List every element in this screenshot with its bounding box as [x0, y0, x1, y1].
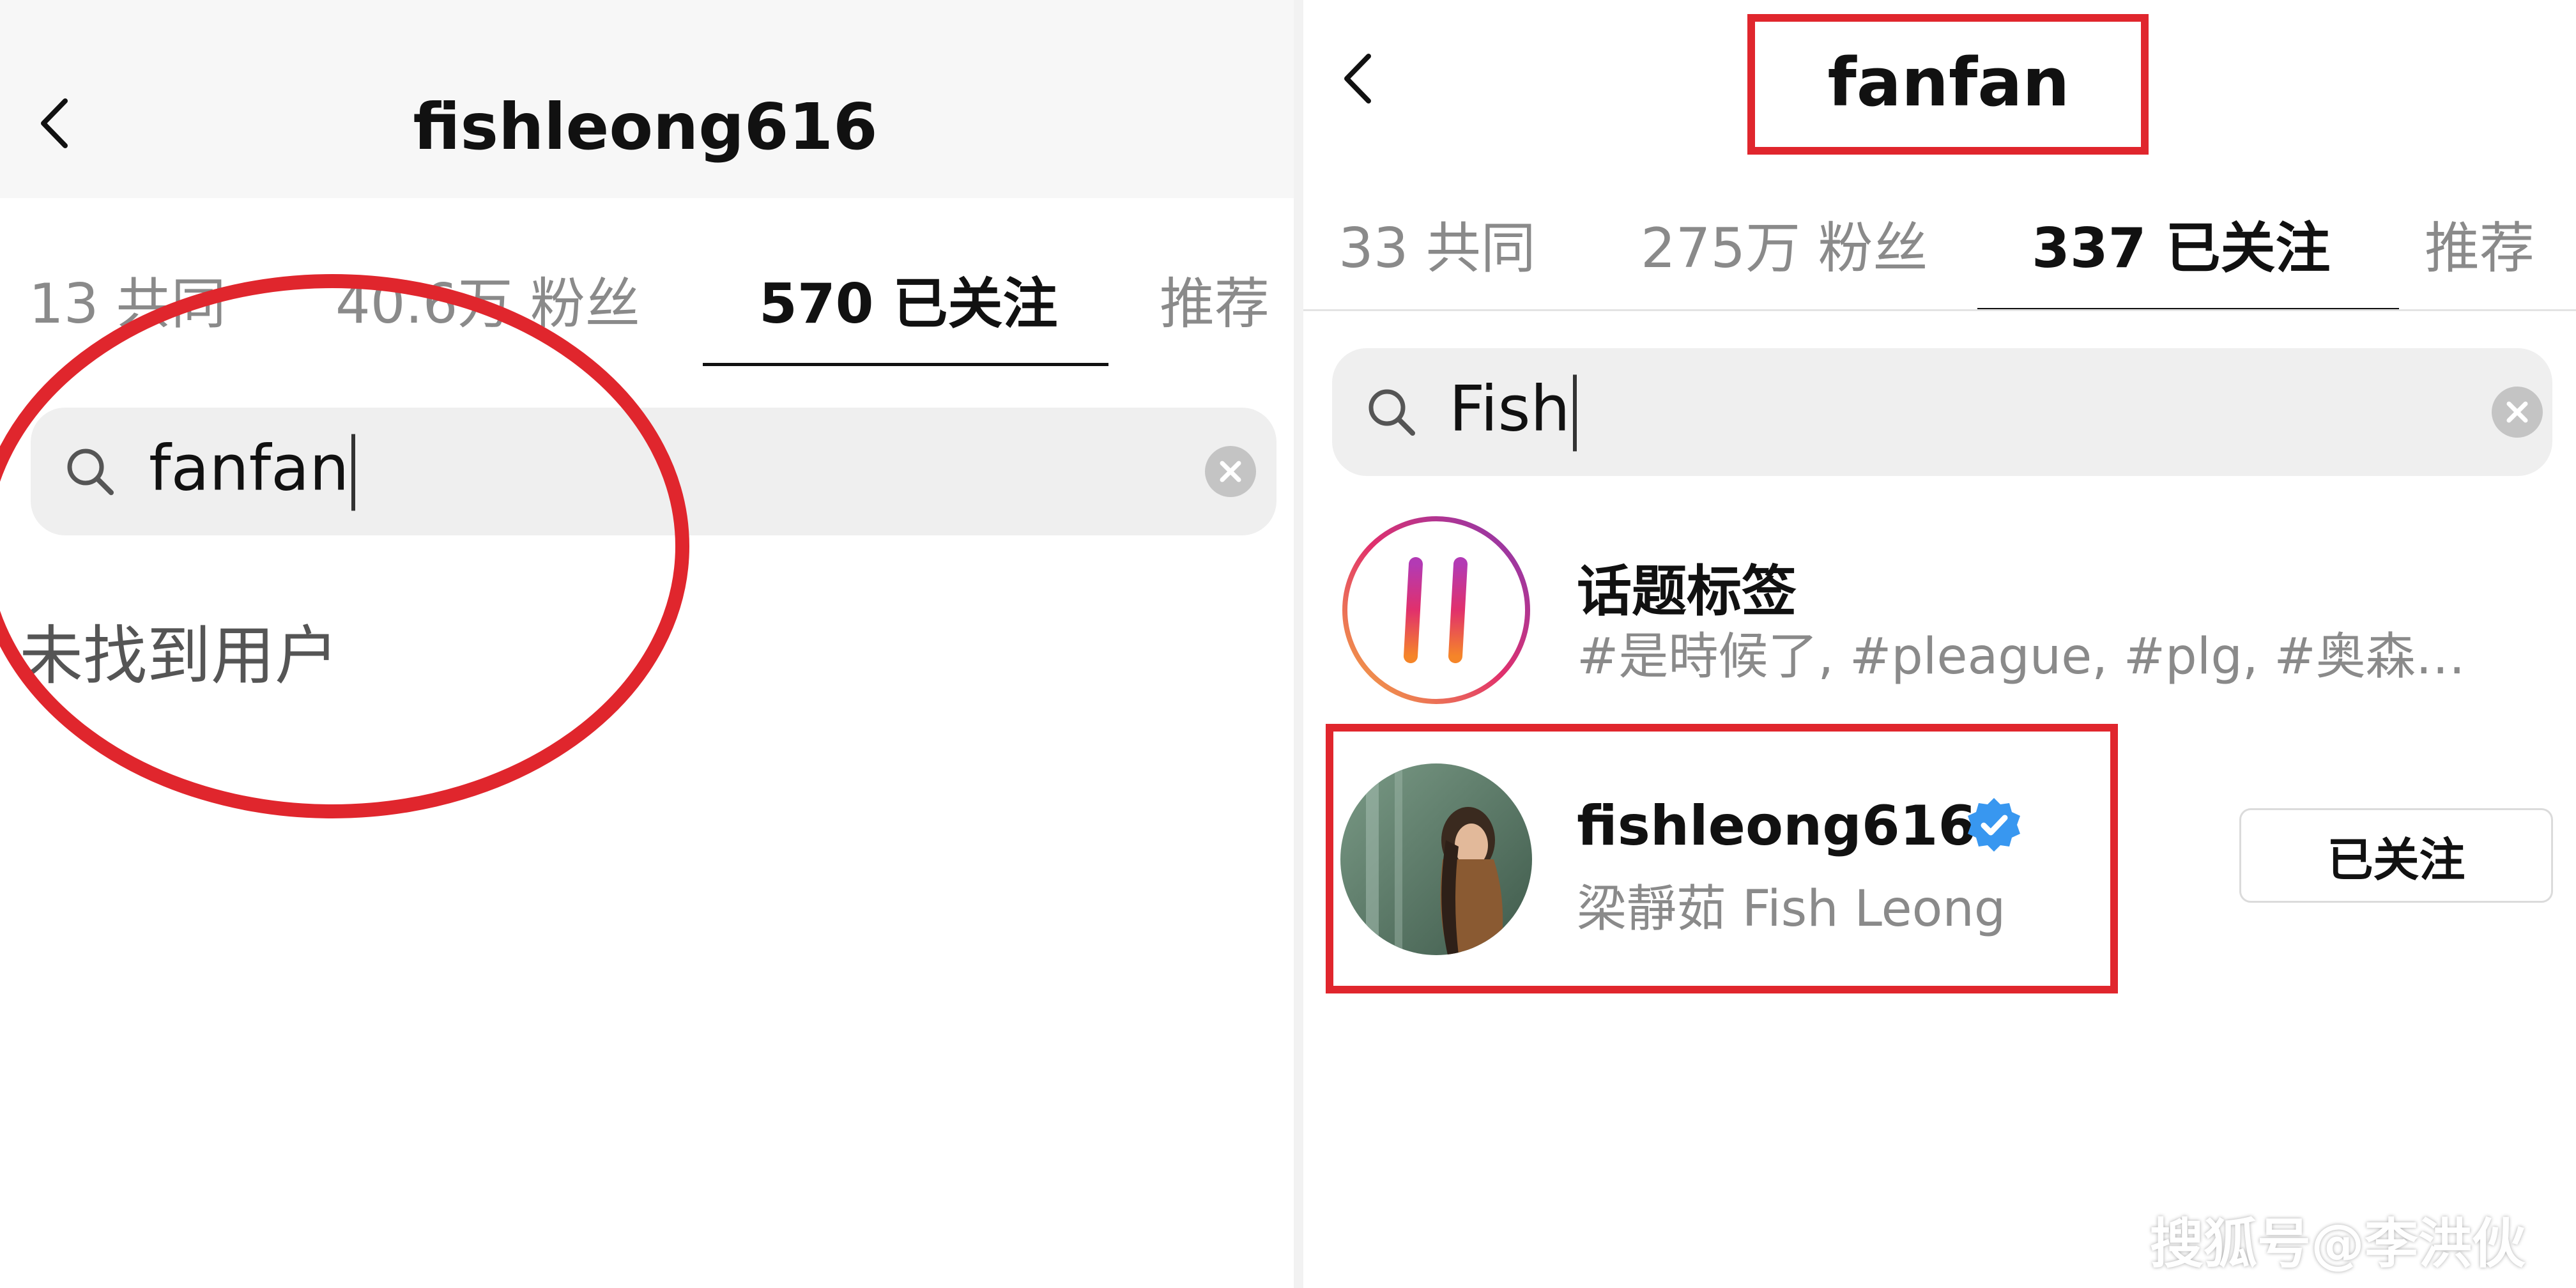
watermark: 搜狐号@李洪伙	[2150, 1213, 2526, 1275]
tab-mutual[interactable]: 33 共同	[1338, 203, 1536, 283]
following-button[interactable]: 已关注	[2239, 808, 2553, 903]
tabs-divider	[1303, 309, 2576, 311]
left-screen: fishleong616 13 共同 40.6万 粉丝 570 已关注 推荐 f…	[0, 0, 1294, 1288]
red-circle-annotation	[0, 274, 689, 818]
tab-following[interactable]: 337 已关注	[2032, 203, 2330, 283]
screen-divider	[1294, 0, 1303, 1288]
tab-suggested[interactable]: 推荐	[1160, 259, 1269, 339]
search-icon	[1363, 383, 1420, 441]
chevron-left-icon[interactable]	[26, 95, 83, 152]
clear-circle-icon[interactable]	[1205, 446, 1256, 497]
user-highlight-box	[1326, 724, 2118, 993]
hashtag-result-title: 话题标签	[1577, 560, 1797, 624]
text-cursor	[1572, 374, 1577, 452]
chevron-left-icon[interactable]	[1329, 50, 1386, 107]
tab-followers[interactable]: 275万 粉丝	[1641, 203, 1928, 283]
search-input[interactable]: Fish	[1449, 372, 1577, 452]
clear-circle-icon[interactable]	[2492, 387, 2543, 438]
hashtag-icon	[1340, 514, 1532, 706]
tab-suggested[interactable]: 推荐	[2425, 203, 2534, 283]
hashtag-result-subtitle: #是時候了, #pleague, #plg, #奥森…	[1577, 628, 2465, 686]
search-bar[interactable]: Fish	[1332, 348, 2552, 476]
title-highlight-box	[1747, 14, 2149, 155]
page-title: fishleong616	[413, 89, 878, 164]
active-tab-indicator	[703, 363, 1108, 366]
tab-following[interactable]: 570 已关注	[759, 259, 1057, 339]
right-screen: fanfan 33 共同 275万 粉丝 337 已关注 推荐 Fish 话题标…	[1303, 0, 2576, 1288]
